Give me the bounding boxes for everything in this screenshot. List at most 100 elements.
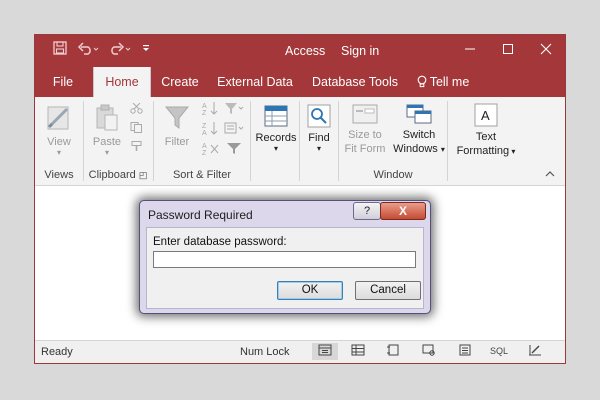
filter-label: Filter <box>164 136 190 148</box>
svg-text:A: A <box>481 108 490 123</box>
customize-icon[interactable] <box>141 41 151 58</box>
dialog-launcher-icon[interactable]: ◰ <box>139 170 148 180</box>
size-to-fit-icon <box>352 104 378 124</box>
form-view-icon[interactable] <box>312 343 338 360</box>
save-icon[interactable] <box>53 41 67 58</box>
dialog-title: Password Required <box>148 208 253 222</box>
maximize-icon[interactable] <box>489 35 527 67</box>
view-icon <box>47 106 69 130</box>
svg-text:A: A <box>202 103 207 110</box>
status-ready: Ready <box>41 346 73 358</box>
sign-in-link[interactable]: Sign in <box>341 44 379 58</box>
chart-view-icon[interactable] <box>452 343 478 360</box>
sql-view-button[interactable]: SQL <box>486 343 512 360</box>
group-sort-filter: Filter AZ ZA AZ Sort & Filter <box>154 97 250 185</box>
copy-icon[interactable] <box>130 122 143 133</box>
paste-button[interactable]: Paste ▾ <box>88 103 126 157</box>
records-icon <box>264 105 288 127</box>
password-input[interactable] <box>153 251 416 268</box>
app-title: Access <box>285 44 326 58</box>
redo-icon[interactable] <box>109 41 131 58</box>
svg-text:A: A <box>202 143 207 150</box>
text-formatting-text: Formatting <box>456 145 510 157</box>
access-window: Access Sign in File Home Create External… <box>34 34 566 364</box>
window-controls <box>451 35 565 67</box>
group-text-formatting: A Text Formatting ▾ <box>448 97 524 185</box>
tab-home[interactable]: Home <box>93 67 151 97</box>
size-to-fit-form-button[interactable]: Size to Fit Form <box>341 103 389 156</box>
filter-button[interactable]: Filter <box>158 103 196 148</box>
sort-ascending-icon[interactable]: AZ <box>202 101 220 115</box>
group-find: Find ▾ <box>300 97 338 185</box>
clipboard-group-text: Clipboard <box>88 169 136 181</box>
group-label-clipboard: Clipboard ◰ <box>84 169 152 181</box>
group-label-sort-filter: Sort & Filter <box>172 169 232 181</box>
sql-view-label: SQL <box>489 346 508 356</box>
paste-label: Paste <box>92 136 122 148</box>
group-clipboard: Paste ▾ Clipboard ◰ <box>84 97 152 185</box>
text-formatting-label-1: Text <box>475 131 497 143</box>
pivot-view-icon[interactable] <box>416 343 442 360</box>
datasheet-view-icon[interactable] <box>345 343 371 360</box>
text-formatting-button[interactable]: A Text Formatting ▾ <box>452 103 520 159</box>
collapse-ribbon-icon[interactable] <box>545 169 555 181</box>
quick-access-toolbar <box>53 41 151 58</box>
lightbulb-icon <box>417 75 427 88</box>
ribbon-tabs: File Home Create External Data Database … <box>35 67 565 97</box>
ok-button[interactable]: OK <box>277 281 343 300</box>
tell-me-label: Tell me <box>429 75 470 89</box>
text-formatting-icon: A <box>474 103 498 127</box>
svg-text:Z: Z <box>202 123 207 130</box>
records-label: Records <box>255 132 297 144</box>
status-bar: Ready Num Lock SQL <box>35 340 565 363</box>
group-views: View ▾ Views <box>35 97 83 185</box>
switch-windows-label-1: Switch <box>402 129 436 141</box>
dialog-help-button[interactable]: ? <box>353 202 381 220</box>
find-icon <box>307 104 331 128</box>
remove-sort-icon[interactable]: AZ <box>202 141 220 155</box>
filter-icon <box>164 106 190 129</box>
advanced-filter-icon[interactable] <box>224 121 244 135</box>
sort-descending-icon[interactable]: ZA <box>202 121 220 135</box>
paste-icon <box>96 104 118 131</box>
view-label: View <box>47 136 71 148</box>
num-lock-indicator: Num Lock <box>240 346 290 358</box>
layout-view-icon[interactable] <box>380 343 406 360</box>
find-label: Find <box>308 132 330 144</box>
tab-create[interactable]: Create <box>157 67 203 97</box>
dialog-close-button[interactable]: X <box>380 202 426 220</box>
design-view-icon[interactable] <box>522 343 548 360</box>
password-dialog: Password Required ? X Enter database pas… <box>139 200 431 314</box>
view-button[interactable]: View ▾ <box>41 103 77 157</box>
switch-windows-label-2: Windows ▾ <box>393 143 445 155</box>
undo-icon[interactable] <box>77 41 99 58</box>
group-records: Records ▾ <box>251 97 299 185</box>
size-to-fit-label-1: Size to <box>348 129 382 141</box>
records-button[interactable]: Records ▾ <box>254 103 298 153</box>
selection-filter-icon[interactable] <box>224 101 244 115</box>
svg-text:A: A <box>202 130 207 135</box>
tell-me-box[interactable]: Tell me <box>413 67 473 97</box>
dialog-body: Enter database password: OK Cancel <box>146 227 424 309</box>
svg-text:Z: Z <box>202 110 207 115</box>
text-formatting-label-2: Formatting ▾ <box>456 145 516 157</box>
size-to-fit-label-2: Fit Form <box>344 143 386 155</box>
group-window: Size to Fit Form Switch Windows ▾ Window <box>339 97 447 185</box>
switch-windows-button[interactable]: Switch Windows ▾ <box>393 103 445 157</box>
switch-windows-icon <box>406 104 432 124</box>
toggle-filter-icon[interactable] <box>224 141 244 155</box>
switch-windows-text: Windows <box>393 143 438 155</box>
tab-external-data[interactable]: External Data <box>215 67 295 97</box>
ribbon: View ▾ Views Paste ▾ Clipboard ◰ Filter <box>35 97 565 186</box>
group-label-views: Views <box>44 169 74 181</box>
cut-icon[interactable] <box>130 103 143 114</box>
find-button[interactable]: Find ▾ <box>303 103 335 153</box>
minimize-icon[interactable] <box>451 35 489 67</box>
title-bar: Access Sign in <box>35 35 565 67</box>
format-painter-icon[interactable] <box>130 141 143 152</box>
tab-file[interactable]: File <box>43 67 83 97</box>
cancel-button[interactable]: Cancel <box>355 281 421 300</box>
svg-text:Z: Z <box>202 150 207 155</box>
tab-database-tools[interactable]: Database Tools <box>307 67 403 97</box>
close-icon[interactable] <box>527 35 565 67</box>
